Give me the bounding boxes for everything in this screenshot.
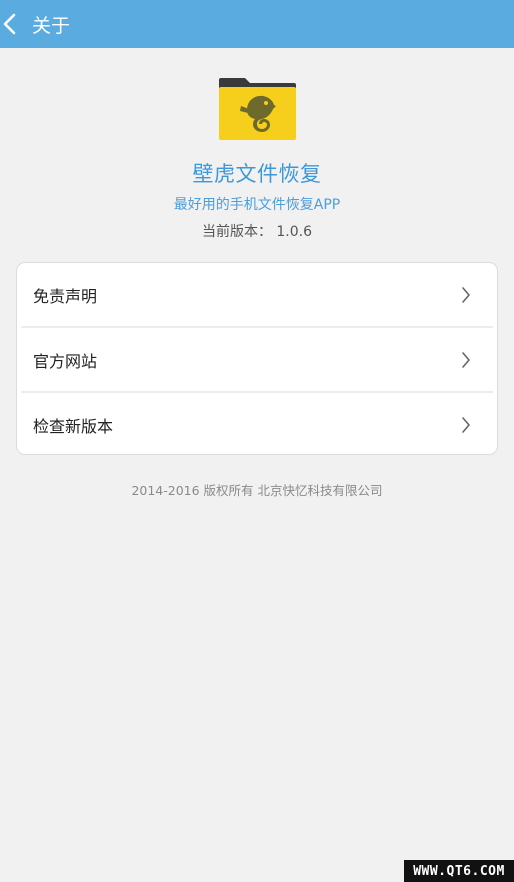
app-version: 当前版本： 1.0.6 bbox=[201, 224, 313, 240]
menu-item-check-update[interactable]: 检查新版本 bbox=[17, 393, 497, 454]
app-slogan: 最好用的手机文件恢复APP bbox=[173, 197, 341, 213]
top-app-bar: 关于 bbox=[0, 0, 514, 48]
menu-item-disclaimer[interactable]: 免责声明 bbox=[17, 263, 497, 326]
menu-item-label: 检查新版本 bbox=[33, 416, 114, 436]
chevron-left-icon bbox=[3, 13, 16, 35]
watermark: WWW.QT6.COM bbox=[404, 860, 514, 882]
page-title: 关于 bbox=[32, 14, 71, 37]
chevron-right-icon bbox=[462, 416, 470, 433]
copyright-text: 2014-2016 版权所有 北京快忆科技有限公司 bbox=[131, 483, 383, 498]
folder-chameleon-icon bbox=[219, 78, 296, 140]
back-button[interactable] bbox=[0, 0, 30, 48]
menu-item-label: 官方网站 bbox=[33, 351, 98, 371]
app-name: 壁虎文件恢复 bbox=[192, 162, 322, 186]
chevron-right-icon bbox=[462, 351, 470, 368]
menu-item-official-website[interactable]: 官方网站 bbox=[17, 328, 497, 391]
menu-item-label: 免责声明 bbox=[33, 286, 98, 306]
chevron-right-icon bbox=[462, 286, 470, 303]
about-menu-card: 免责声明 官方网站 检查新版本 bbox=[16, 262, 498, 455]
